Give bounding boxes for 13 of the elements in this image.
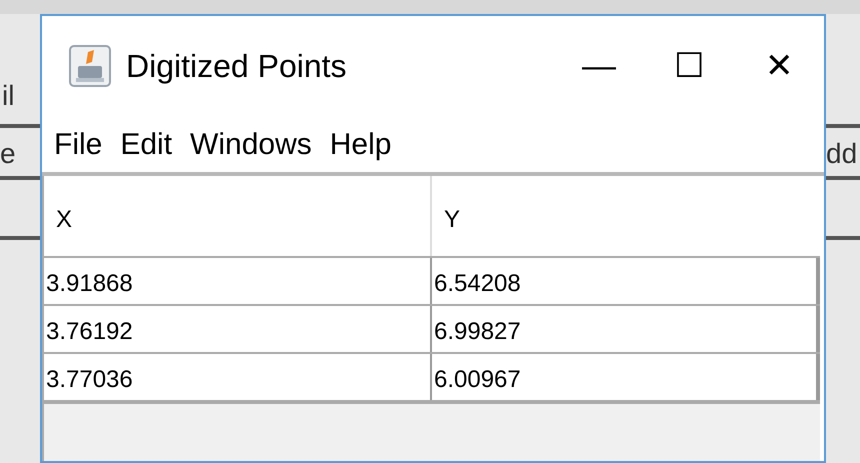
- column-header[interactable]: Y: [432, 176, 820, 256]
- background-text: dd: [826, 140, 858, 168]
- menu-item[interactable]: Windows: [188, 122, 314, 166]
- app-icon: [68, 44, 112, 88]
- menu-item[interactable]: File: [52, 122, 104, 166]
- background-text: il: [2, 82, 14, 110]
- minimize-button[interactable]: —: [554, 16, 644, 116]
- menu-item[interactable]: Help: [328, 122, 394, 166]
- window-title: Digitized Points: [126, 47, 347, 86]
- maximize-button[interactable]: ☐: [644, 16, 734, 116]
- close-button[interactable]: ✕: [734, 16, 824, 116]
- background-text: e: [0, 140, 16, 168]
- menu-item[interactable]: Edit: [118, 122, 174, 166]
